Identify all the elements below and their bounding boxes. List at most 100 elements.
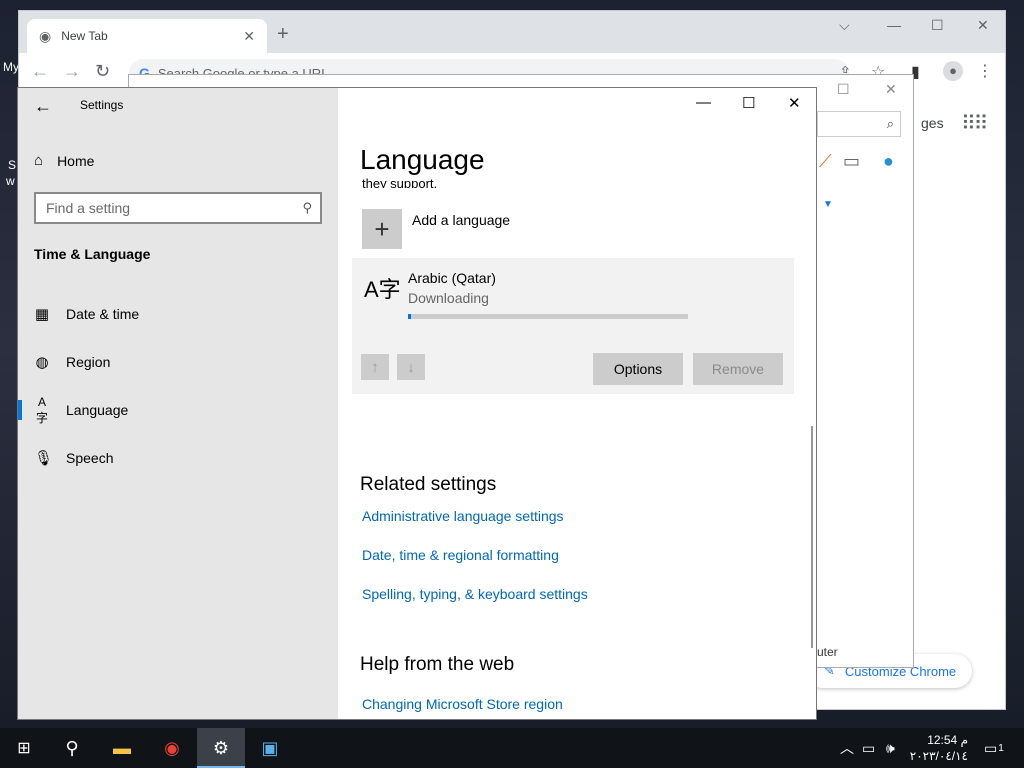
options-button[interactable]: Options xyxy=(593,353,683,385)
search-button[interactable]: ⚲ xyxy=(48,728,96,768)
pen-tool-icon[interactable]: ⟋ xyxy=(819,151,832,172)
tab-close-icon[interactable]: ✕ xyxy=(243,28,255,45)
add-language-button[interactable]: + xyxy=(362,209,402,249)
search-icon: ⚲ xyxy=(65,737,79,758)
scrollbar[interactable] xyxy=(811,426,813,648)
windows-logo-icon: ⊞ xyxy=(17,740,31,757)
tab-title: New Tab xyxy=(61,29,108,43)
search-icon: ⌕ xyxy=(886,116,894,131)
volume-icon[interactable]: 🕪 xyxy=(886,728,895,768)
gear-icon: ⚙ xyxy=(212,737,230,758)
sidebar-item-label: Region xyxy=(66,354,111,370)
home-label: Home xyxy=(57,152,95,169)
sidebar-item-region[interactable]: ◍ Region xyxy=(18,342,338,382)
sidebar-item-speech[interactable]: 🎙 Speech xyxy=(18,438,338,478)
move-up-button[interactable]: ↑ xyxy=(361,354,389,380)
link-store-region[interactable]: Changing Microsoft Store region xyxy=(362,696,563,712)
taskbar-file-explorer[interactable]: ▬ xyxy=(98,728,146,768)
taskbar-settings[interactable]: ⚙ xyxy=(197,728,245,768)
status-text: uter xyxy=(817,645,838,659)
reload-icon[interactable]: ↻ xyxy=(95,61,110,82)
taskbar-chrome[interactable]: ◉ xyxy=(148,728,196,768)
app-title: Settings xyxy=(80,98,124,112)
maximize-icon[interactable]: ☐ xyxy=(742,94,755,112)
download-progress-bar xyxy=(408,314,688,319)
keyboard-icon[interactable]: ▭ xyxy=(843,151,860,172)
chrome-tab[interactable]: ◉ New Tab ✕ xyxy=(27,19,267,53)
search-input[interactable] xyxy=(46,200,303,216)
chevron-down-icon[interactable]: ▼ xyxy=(823,199,833,210)
desktop-icon-label[interactable]: w xyxy=(6,174,15,188)
link-spelling-typing-keyboard[interactable]: Spelling, typing, & keyboard settings xyxy=(362,586,588,602)
microphone-icon: 🎙 xyxy=(34,450,54,467)
home-icon: ⌂ xyxy=(34,152,44,169)
taskbar-control-panel[interactable]: ▣ xyxy=(246,728,294,768)
clock[interactable]: 12:54 م ٢٠٢٣/٠٤/١٤ xyxy=(896,732,968,764)
language-card[interactable]: A字 Arabic (Qatar) Downloading ↑ ↓ Option… xyxy=(352,258,794,394)
help-heading: Help from the web xyxy=(360,654,515,675)
page-title: Language xyxy=(360,144,485,175)
taskbar: ⊞ ⚲ ▬ ◉ ⚙ ▣ ︿ ▭ 🕪 12:54 م ٢٠٢٣/٠٤/١٤ ▭ 1 xyxy=(0,728,1024,768)
back-arrow-icon[interactable]: ← xyxy=(34,96,52,117)
menu-kebab-icon[interactable]: ⋮ xyxy=(977,61,993,81)
maximize-icon[interactable]: ☐ xyxy=(931,17,944,34)
cut-off-text: they support. xyxy=(362,176,438,188)
forward-icon[interactable]: → xyxy=(63,61,81,82)
sidebar-item-language[interactable]: A字 Language xyxy=(18,390,338,430)
home-nav-item[interactable]: ⌂ Home xyxy=(34,152,94,169)
chrome-favicon-icon: ◉ xyxy=(39,27,52,44)
minimize-icon[interactable]: — xyxy=(887,17,901,33)
desktop-icon-label[interactable]: My xyxy=(3,60,19,74)
related-settings-heading: Related settings xyxy=(360,474,497,495)
folder-icon: ▬ xyxy=(113,737,131,758)
move-down-button[interactable]: ↓ xyxy=(397,354,425,380)
link-administrative-language[interactable]: Administrative language settings xyxy=(362,508,564,524)
language-icon: A字 xyxy=(35,394,48,425)
progress-fill xyxy=(408,314,411,319)
settings-sidebar: ← Settings ⌂ Home ⚲ Time & Language ▦ Da… xyxy=(18,88,338,719)
control-panel-icon: ▣ xyxy=(261,737,279,758)
language-status: Downloading xyxy=(408,290,489,306)
chevron-down-icon[interactable]: ⌵ xyxy=(839,17,850,34)
minimize-icon[interactable]: — xyxy=(696,94,711,111)
settings-window: ← Settings ⌂ Home ⚲ Time & Language ▦ Da… xyxy=(17,87,817,720)
globe-icon: ◍ xyxy=(35,354,49,371)
find-setting-search[interactable]: ⚲ xyxy=(34,192,322,224)
search-icon: ⚲ xyxy=(302,200,312,215)
apps-grid-icon[interactable]: ⠿⠿ xyxy=(961,111,988,136)
clock-date: ٢٠٢٣/٠٤/١٤ xyxy=(909,749,968,763)
new-tab-icon[interactable]: + xyxy=(277,23,289,46)
close-icon[interactable]: ✕ xyxy=(788,94,801,112)
control-panel-search[interactable]: ⌕ xyxy=(817,111,901,137)
notification-icon: ▭ xyxy=(984,739,998,756)
plus-icon: + xyxy=(374,213,390,244)
remove-button[interactable]: Remove xyxy=(693,353,783,385)
close-icon[interactable]: ✕ xyxy=(977,17,989,34)
partial-link-text[interactable]: ges xyxy=(921,115,944,131)
calendar-clock-icon: ▦ xyxy=(34,306,50,323)
sidebar-item-label: Date & time xyxy=(66,306,140,322)
settings-content: — ☐ ✕ Language they support. + Add a lan… xyxy=(338,88,816,719)
profile-avatar[interactable]: ● xyxy=(943,61,963,81)
chrome-icon: ◉ xyxy=(164,737,180,758)
notification-center-button[interactable]: ▭ 1 xyxy=(984,728,1004,768)
notification-count: 1 xyxy=(998,742,1004,754)
language-name: Arabic (Qatar) xyxy=(408,270,496,286)
arrow-up-icon: ↑ xyxy=(371,358,379,376)
back-icon[interactable]: ← xyxy=(31,61,49,82)
close-icon[interactable]: ✕ xyxy=(885,81,897,98)
sidebar-item-label: Language xyxy=(66,402,129,418)
clock-time: 12:54 م xyxy=(927,733,968,747)
chevron-up-icon[interactable]: ︿ xyxy=(840,728,854,768)
add-language-label[interactable]: Add a language xyxy=(412,212,510,228)
section-title: Time & Language xyxy=(34,246,151,262)
arrow-down-icon: ↓ xyxy=(407,358,415,376)
start-button[interactable]: ⊞ xyxy=(0,728,48,768)
globe-icon[interactable]: ● xyxy=(883,151,894,172)
link-date-time-regional[interactable]: Date, time & regional formatting xyxy=(362,547,559,563)
network-icon[interactable]: ▭ xyxy=(862,728,875,768)
sidebar-item-date-time[interactable]: ▦ Date & time xyxy=(18,294,338,334)
maximize-icon[interactable]: ☐ xyxy=(837,81,850,98)
sidebar-item-label: Speech xyxy=(66,450,114,466)
desktop-icon-label[interactable]: S xyxy=(8,158,16,172)
